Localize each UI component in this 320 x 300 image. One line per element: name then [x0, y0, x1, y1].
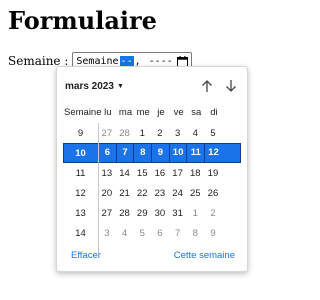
day-cell[interactable]: 14: [116, 168, 134, 179]
day-cell[interactable]: 23: [151, 188, 169, 199]
week-picker-popup: mars 2023 ▼ Semaine lu ma me je ve sa di…: [56, 66, 248, 272]
day-cell[interactable]: 20: [98, 188, 116, 199]
day-cell[interactable]: 1: [186, 208, 204, 219]
day-cell[interactable]: 30: [151, 208, 169, 219]
day-cell[interactable]: 27: [98, 208, 116, 219]
day-cell[interactable]: 15: [133, 168, 151, 179]
day-cell[interactable]: 5: [133, 228, 151, 239]
week-input-prefix: Semaine: [76, 55, 119, 67]
weekday-header: ve: [173, 106, 184, 118]
week-input-separator: ,: [134, 55, 147, 67]
day-cell[interactable]: 28: [116, 208, 134, 219]
caret-down-icon: ▼: [116, 82, 124, 90]
weekday-header: lu: [104, 106, 112, 118]
month-navigation: [201, 79, 239, 93]
page-title: Formulaire: [8, 6, 157, 35]
day-cell[interactable]: 11: [186, 143, 204, 163]
day-cell[interactable]: 4: [186, 128, 204, 139]
day-cell[interactable]: 21: [116, 188, 134, 199]
week-number: 14: [75, 227, 86, 239]
arrow-down-icon[interactable]: [225, 79, 237, 93]
day-cell[interactable]: 13: [98, 168, 116, 179]
day-cell[interactable]: 19: [204, 168, 222, 179]
weekday-header: je: [157, 106, 165, 118]
day-cell[interactable]: 1: [133, 128, 151, 139]
calendar-icon[interactable]: [177, 55, 189, 67]
weekday-header: di: [210, 106, 218, 118]
day-cell[interactable]: 22: [133, 188, 151, 199]
week-number: 12: [75, 187, 86, 199]
arrow-up-icon[interactable]: [201, 79, 213, 93]
day-cell[interactable]: 2: [204, 208, 222, 219]
day-cell[interactable]: 10: [168, 143, 187, 163]
day-cell[interactable]: 18: [186, 168, 204, 179]
day-cell[interactable]: 7: [169, 228, 187, 239]
weekday-header: ma: [118, 106, 133, 118]
weekday-header: sa: [191, 106, 202, 118]
day-cell[interactable]: 8: [133, 143, 151, 163]
day-cell[interactable]: 3: [169, 128, 187, 139]
week-column-divider: [98, 123, 99, 253]
day-cell[interactable]: 6: [98, 143, 116, 163]
day-cell[interactable]: 17: [169, 168, 187, 179]
clear-button[interactable]: Effacer: [71, 250, 101, 261]
day-cell[interactable]: 27: [98, 128, 116, 139]
day-cell[interactable]: 6: [151, 228, 169, 239]
this-week-button[interactable]: Cette semaine: [174, 250, 235, 261]
week-number-segment[interactable]: --: [119, 55, 134, 67]
day-cell[interactable]: 25: [186, 188, 204, 199]
day-cell[interactable]: 2: [151, 128, 169, 139]
week-number: 11: [75, 167, 86, 179]
week-number: 10: [75, 147, 86, 159]
day-cell[interactable]: 24: [169, 188, 187, 199]
day-cell[interactable]: 29: [133, 208, 151, 219]
day-cell[interactable]: 31: [169, 208, 187, 219]
week-column-header: Semaine: [64, 106, 102, 118]
day-cell[interactable]: 16: [151, 168, 169, 179]
day-cell[interactable]: 9: [204, 228, 222, 239]
month-year-label: mars 2023: [65, 80, 114, 92]
weekday-header: me: [136, 106, 150, 118]
week-row[interactable]: 13 27 28 29 30 31 1 2: [63, 203, 241, 223]
week-row[interactable]: 11 13 14 15 16 17 18 19: [63, 163, 241, 183]
month-year-selector[interactable]: mars 2023 ▼: [65, 81, 124, 92]
picker-footer: Effacer Cette semaine: [71, 250, 235, 261]
day-cell[interactable]: 26: [204, 188, 222, 199]
picker-header: mars 2023 ▼: [65, 79, 239, 93]
year-segment[interactable]: ----: [148, 56, 174, 67]
selected-week-row[interactable]: 10 6 7 8 9 10 11 12: [63, 143, 241, 163]
week-number: 13: [75, 207, 86, 219]
day-cell[interactable]: 4: [116, 228, 134, 239]
day-cell[interactable]: 5: [204, 128, 222, 139]
day-cell[interactable]: 8: [186, 228, 204, 239]
week-row[interactable]: 12 20 21 22 23 24 25 26: [63, 183, 241, 203]
day-cell[interactable]: 12: [204, 143, 222, 163]
weekday-header-row: Semaine lu ma me je ve sa di: [63, 103, 241, 121]
week-row[interactable]: 9 27 28 1 2 3 4 5: [63, 123, 241, 143]
calendar-grid: Semaine lu ma me je ve sa di 9 27 28 1 2 3 4 5 1…: [63, 103, 241, 243]
day-cell[interactable]: 28: [116, 128, 134, 139]
day-cell[interactable]: 7: [115, 143, 134, 163]
day-cell[interactable]: 3: [98, 228, 116, 239]
week-row[interactable]: 14 3 4 5 6 7 8 9: [63, 223, 241, 243]
day-cell[interactable]: 9: [151, 143, 169, 163]
week-number: 9: [77, 127, 84, 139]
